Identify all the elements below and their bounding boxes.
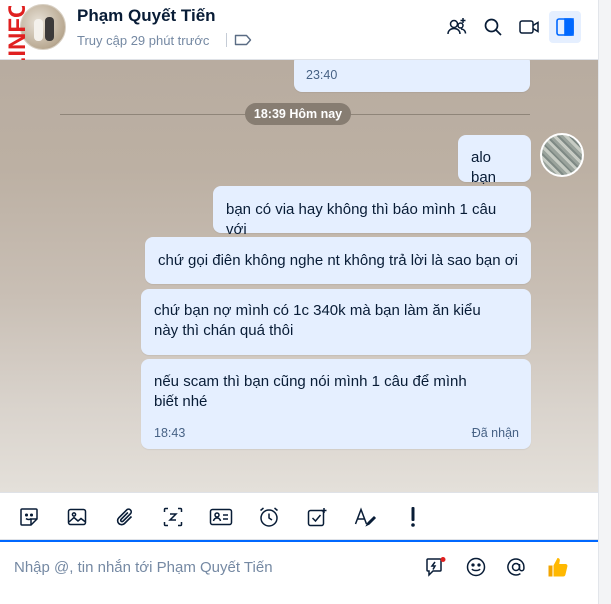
message-text: bạn có via hay không thì báo mình 1 câu … [226, 201, 497, 238]
message-bubble[interactable]: bạn có via hay không thì báo mình 1 câu … [213, 186, 531, 238]
contact-card-icon[interactable] [207, 503, 235, 531]
message-composer [0, 540, 598, 594]
screenshot-icon[interactable] [159, 503, 187, 531]
day-divider-label: 18:39 Hôm nay [245, 103, 351, 125]
label-tag-icon[interactable] [234, 34, 252, 46]
thumbs-up-icon[interactable] [545, 554, 571, 580]
divider [226, 33, 227, 47]
video-call-icon[interactable] [513, 11, 545, 43]
contact-name[interactable]: Phạm Quyết Tiến [77, 6, 216, 26]
chat-header: Phạm Quyết Tiến Truy cập 29 phút trước [0, 0, 598, 60]
image-icon[interactable] [63, 503, 91, 531]
message-list[interactable]: 23:40 18:39 Hôm nay alo bạn bạn có via h… [0, 60, 598, 492]
message-input[interactable] [14, 554, 414, 580]
search-icon[interactable] [477, 11, 509, 43]
sidebar-toggle-icon[interactable] [549, 11, 581, 43]
quick-message-icon[interactable] [423, 554, 449, 580]
message-time: 18:43 [154, 426, 186, 440]
message-bubble[interactable]: nếu scam thì bạn cũng nói mình 1 câu để … [141, 359, 531, 449]
message-text: chứ bạn nợ mình có 1c 340k mà bạn làm ăn… [154, 302, 481, 339]
message-bubble[interactable]: chứ bạn nợ mình có 1c 340k mà bạn làm ăn… [141, 289, 531, 355]
received-status: Đã nhận [471, 426, 519, 440]
sender-avatar[interactable] [540, 133, 584, 177]
composer-toolbar [0, 492, 598, 540]
mention-icon[interactable] [503, 554, 529, 580]
emoji-icon[interactable] [463, 554, 489, 580]
attachment-icon[interactable] [111, 503, 139, 531]
add-member-icon[interactable] [441, 11, 473, 43]
urgent-icon[interactable] [399, 503, 427, 531]
message-bubble[interactable]: alo bạn [458, 135, 531, 186]
bottom-edge [0, 594, 598, 604]
sticker-icon[interactable] [15, 503, 43, 531]
format-text-icon[interactable] [351, 503, 379, 531]
message-text: chứ gọi điên không nghe nt không trả lời… [158, 252, 518, 269]
message-text: nếu scam thì bạn cũng nói mình 1 câu để … [154, 373, 467, 410]
last-seen-status: Truy cập 29 phút trước [77, 33, 210, 48]
message-bubble-previous[interactable]: 23:40 [294, 60, 530, 92]
message-bubble[interactable]: chứ gọi điên không nghe nt không trả lời… [145, 237, 531, 284]
message-time: 23:40 [306, 68, 338, 82]
message-text: alo bạn [471, 149, 497, 186]
reminder-icon[interactable] [255, 503, 283, 531]
task-icon[interactable] [303, 503, 331, 531]
panel-edge [598, 0, 611, 604]
